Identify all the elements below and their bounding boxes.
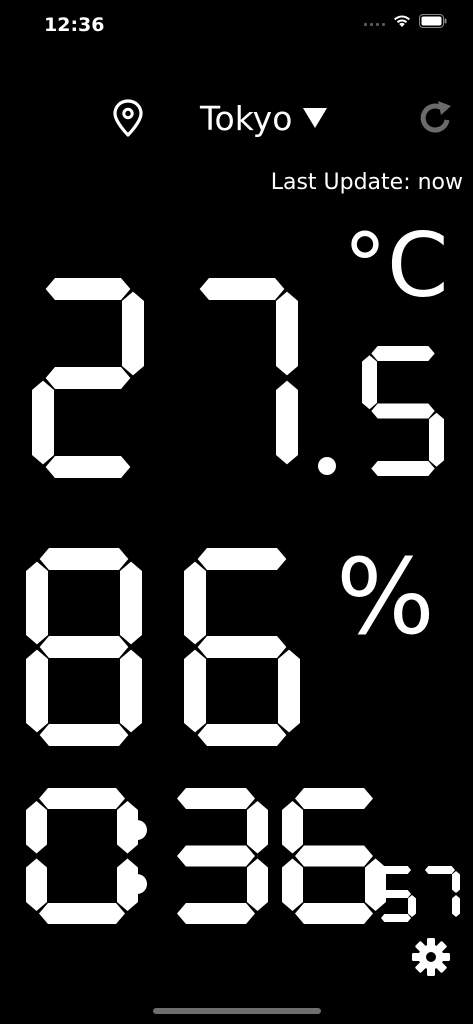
humidity-digit-1-seg-d (39, 724, 129, 746)
humidity-digit-2-seg-a (197, 548, 287, 570)
clock-second-digit-2-seg-c (452, 894, 460, 918)
gear-icon (412, 938, 450, 976)
humidity-digit-2-seg-e (184, 649, 206, 733)
clock-second-digit-1 (376, 866, 416, 922)
temp-decimal-digit-1-seg-a (371, 346, 435, 361)
temp-digit-2 (199, 278, 298, 465)
temp-digit-2-seg-b (276, 291, 298, 376)
humidity-digit-1-seg-a (39, 548, 129, 570)
clock-hour-digit-1-seg-e (26, 858, 47, 911)
humidity-digit-2-seg-c (278, 649, 300, 733)
clock-colon-top (127, 820, 147, 840)
clock-hour-digit-1-seg-d (39, 903, 125, 924)
clock-minute-digit-2-seg-d (295, 903, 373, 924)
clock-colon-bottom (127, 874, 147, 894)
temp-decimal-digit-1-seg-d (371, 461, 435, 476)
clock-second-digit-2-seg-b (452, 870, 460, 894)
humidity-digit-1-seg-e (26, 649, 48, 733)
humidity-digit-2 (184, 548, 300, 746)
temp-digit-1-seg-e (32, 380, 54, 465)
clock-minute-digit-2-seg-g (295, 845, 373, 867)
humidity-digit-1 (26, 548, 142, 746)
clock-minute-digit-1-seg-d (177, 903, 255, 924)
clock-minute-digit-1-seg-b (247, 801, 268, 854)
temp-digit-2-seg-a (199, 278, 285, 300)
temp-digit-2-seg-c (276, 380, 298, 465)
temp-decimal-digit-1-seg-c (429, 412, 444, 467)
clock-minute-digit-1-seg-a (177, 788, 255, 809)
temp-digit-1 (32, 278, 144, 478)
seven-segment-display (26, 278, 460, 924)
clock-hour-digit-1 (26, 788, 138, 924)
settings-button[interactable] (410, 936, 452, 978)
clock-minute-digit-2-seg-e (282, 858, 303, 911)
clock-minute-digit-1 (177, 788, 268, 924)
clock-second-digit-2 (424, 866, 460, 918)
clock-second-digit-1-seg-f (376, 870, 384, 894)
clock-second-digit-2-seg-a (424, 866, 456, 874)
humidity-digit-2-seg-d (197, 724, 287, 746)
clock-minute-digit-1-seg-g (177, 845, 255, 867)
clock-minute-digit-2-seg-a (295, 788, 373, 809)
humidity-digit-1-seg-f (26, 561, 48, 645)
clock-minute-digit-1-seg-c (247, 858, 268, 911)
humidity-digit-2-seg-g (197, 636, 287, 658)
humidity-digit-1-seg-b (120, 561, 142, 645)
temp-decimal-digit-1-seg-f (362, 355, 377, 410)
temp-decimal-digit-1 (362, 346, 444, 476)
clock-hour-digit-1-seg-a (39, 788, 125, 809)
clock-minute-digit-2-seg-f (282, 801, 303, 854)
clock-second-digit-1-seg-d (380, 914, 412, 922)
temp-digit-1-seg-g (45, 367, 131, 389)
humidity-digit-1-seg-g (39, 636, 129, 658)
temp-decimal-digit-1-seg-g (371, 403, 435, 419)
clock-second-digit-1-seg-g (380, 890, 412, 898)
humidity-digit-2-seg-f (184, 561, 206, 645)
clock-second-digit-1-seg-c (408, 894, 416, 918)
temp-decimal-point (318, 457, 336, 475)
humidity-digit-1-seg-c (120, 649, 142, 733)
clock-minute-digit-2 (282, 788, 386, 924)
temp-digit-1-seg-d (45, 456, 131, 478)
home-indicator (153, 1008, 321, 1014)
temp-digit-1-seg-a (45, 278, 131, 300)
clock-hour-digit-1-seg-f (26, 801, 47, 854)
temp-digit-1-seg-b (122, 291, 144, 376)
clock-second-digit-1-seg-a (380, 866, 412, 874)
